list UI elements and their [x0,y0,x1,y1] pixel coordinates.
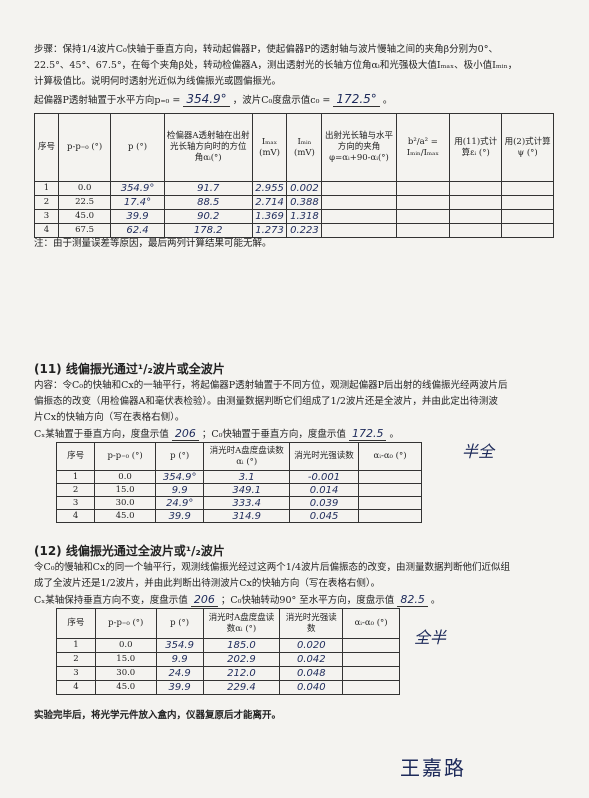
c0-dial-value: 172.5 [348,427,387,441]
table-row: 1 0.0 354.9° 91.7 2.955 0.002 [34,181,554,196]
table-row: 2 15.0 9.9 349.1 0.014 [55,483,422,497]
section-12-title: (12) 线偏振光通过全波片或¹/₂波片 [34,544,225,558]
table-row: 4 45.0 39.9 229.4 0.040 [56,680,400,695]
c0-label: ，波片C₀度盘示值c₀ = [232,95,331,106]
table1-header: Iₘₐₓ (mV) [251,113,288,182]
c0-value: 172.5° [333,92,380,107]
table1-header: b²/a² = Iₘᵢₙ/Iₘₐₓ [395,113,451,182]
section-12-line-1: 令C₀的慢轴和Cx的同一个轴平行，观测线偏振光经过这两个1/4波片后偏振态的改变… [34,562,510,573]
section-11-line-1: 内容：令C₀的快轴和Cx的一轴平行，将起偏器P透射轴置于不同方位，观测起偏器P后… [34,380,508,391]
section-11-conclusion: 半全 [462,442,495,461]
table-row: 1 0.0 354.9° 3.1 -0.001 [55,470,422,484]
table3-header-row: 序号 p-p₌₀ (°) p (°) 消光时A盘度盘读数αᵢ (°) 消光时光强… [56,608,400,639]
table1-header: p-p₌₀ (°) [57,113,112,182]
table1-header: 序号 [34,113,59,182]
section-11-line-2: 偏振态的改变（用检偏器A和毫伏表检验）。由测量数据判断它们组成了1/2波片还是全… [34,396,498,407]
table-row: 3 30.0 24.9° 333.4 0.039 [55,496,422,510]
table1-header: 用(2)式计算ψ (°) [501,113,554,182]
p-horizontal-label: 起偏器P透射轴置于水平方向p₌₀ = [34,95,181,106]
section-11-line-4: Cₓ某轴置于垂直方向，度盘示值 206 ；C₀快轴置于垂直方向，度盘示值 172… [34,427,400,441]
section-11-line-3: 片Cx的快轴方向（写在表格右侧）。 [34,412,185,423]
table1-header: 用(11)式计算εᵢ (°) [449,113,503,182]
section-12-line-2: 成了全波片还是1/2波片，并由此判断出待测波片Cx的快轴方向（写在表格右侧）。 [34,578,381,589]
cx-dial-value: 206 [171,427,199,441]
footer-instruction: 实验完毕后，将光学元件放入盒内，仪器复原后才能离开。 [34,710,282,721]
table1-header: Iₘᵢₙ (mV) [286,113,323,182]
table2-header-row: 序号 p-p₌₀ (°) p (°) 消光时A盘度盘读数αᵢ (°) 消光时光强… [55,442,422,471]
section-12-conclusion: 全半 [414,628,447,647]
section-12-line-3: Cₓ某轴保持垂直方向不变，度盘示值 206 ；C₀快轴转动90° 至水平方向，度… [34,593,441,607]
table1-note: 注：由于测量误差等原因，最后两列计算结果可能无解。 [34,238,272,249]
table-row: 2 15.0 9.9 202.9 0.042 [56,652,400,667]
table1-header-row: 序号 p-p₌₀ (°) p (°) 检偏器A透射轴在出射光长轴方向时的方位角α… [34,113,554,182]
signature: 王嘉路 [400,756,466,780]
p-horizontal-value: 354.9° [183,92,230,107]
table-section-12: 序号 p-p₌₀ (°) p (°) 消光时A盘度盘读数αᵢ (°) 消光时光强… [56,608,400,695]
table-section-11: 序号 p-p₌₀ (°) p (°) 消光时A盘度盘读数αᵢ (°) 消光时光强… [55,442,422,523]
table1-header: 出射光长轴与水平方向的夹角 φ=αᵢ+90-αᵢ(°) [321,113,397,182]
cx-dial-value-12: 206 [190,593,218,607]
section-11-title: (11) 线偏振光通过¹/₂波片或全波片 [34,362,225,376]
table1-header: 检偏器A透射轴在出射光长轴方向时的方位角αᵢ(°) [163,113,253,182]
table-row: 2 22.5 17.4° 88.5 2.714 0.388 [34,195,554,210]
table-row: 4 45.0 39.9 314.9 0.045 [55,509,422,523]
table1-header: p (°) [110,113,165,182]
table-row: 3 45.0 39.9 90.2 1.369 1.318 [34,209,554,224]
steps-line-1: 步骤：保持1/4波片C₀快轴于垂直方向，转动起偏器P，使起偏器P的透射轴与波片慢… [34,44,498,55]
table-row: 3 30.0 24.9 212.0 0.048 [56,666,400,681]
steps-line-4: 起偏器P透射轴置于水平方向p₌₀ = 354.9° ，波片C₀度盘示值c₀ = … [34,92,393,107]
table-elliptical: 序号 p-p₌₀ (°) p (°) 检偏器A透射轴在出射光长轴方向时的方位角α… [34,113,554,238]
table-row: 1 0.0 354.9 185.0 0.020 [56,638,400,653]
c0-dial-value-12: 82.5 [397,593,428,607]
steps-line-3: 计算极值比。说明何时透射光近似为线偏振光或圆偏振光。 [34,76,282,87]
steps-line-2: 22.5°、45°、67.5°，在每个夹角β处，转动检偏器A，测出透射光的长轴方… [34,60,518,71]
